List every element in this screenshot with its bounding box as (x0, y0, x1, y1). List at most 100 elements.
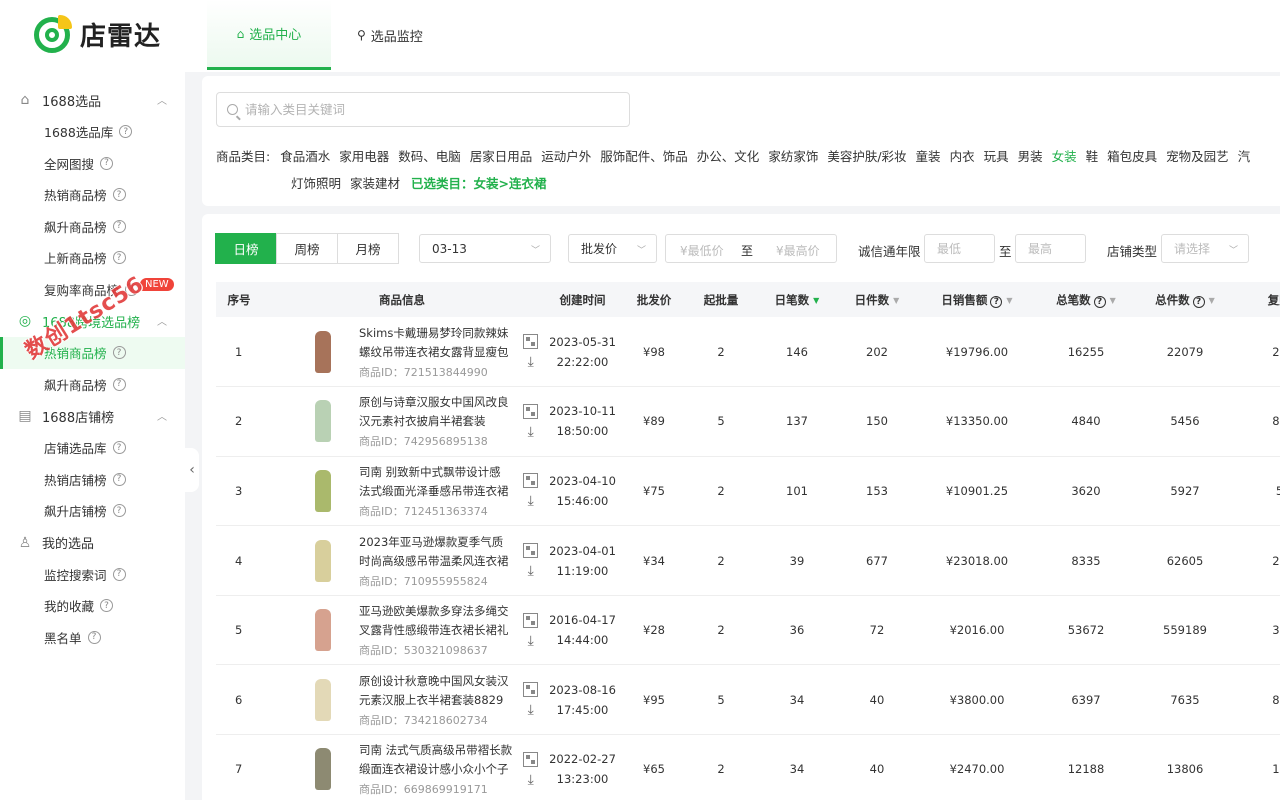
help-icon[interactable]: ? (112, 504, 126, 518)
product-thumbnail[interactable] (300, 538, 345, 583)
download-icon[interactable]: ⤓ (528, 425, 534, 439)
collapse-sidebar-button[interactable]: ‹ (185, 448, 199, 492)
col-daily-sales[interactable]: 日销售额? ▼ (917, 282, 1037, 317)
help-icon[interactable]: ? (112, 188, 126, 202)
category-link[interactable]: 居家日用品 (470, 149, 533, 164)
help-icon[interactable]: ? (112, 377, 126, 391)
sidebar-item-shop-library[interactable]: 店铺选品库? (0, 432, 185, 464)
table-row[interactable]: 4 2023年亚马逊爆款夏季气质时尚高级感吊带温柔风连衣裙裙子女法式商品ID：71… (216, 526, 1280, 596)
product-title[interactable]: 亚马逊欧美爆款多穿法多绳交叉露背性感缎带连衣裙长裙礼服 (359, 602, 514, 640)
help-icon[interactable]: ? (87, 630, 101, 644)
download-icon[interactable]: ⤓ (528, 494, 534, 508)
category-link[interactable]: 箱包皮具 (1107, 149, 1157, 164)
date-select[interactable]: 03-13 ﹀ (419, 234, 551, 263)
col-daily-pieces[interactable]: 日件数 ▼ (837, 282, 917, 317)
category-link[interactable]: 办公、文化 (697, 149, 760, 164)
product-thumbnail[interactable] (300, 329, 345, 374)
category-link[interactable]: 玩具 (984, 149, 1009, 164)
sidebar-item-rising-products[interactable]: 飙升商品榜? (0, 211, 185, 243)
tab-selection-center[interactable]: ⌂ 选品中心 (207, 0, 331, 70)
category-link[interactable]: 女装 (1052, 149, 1077, 164)
product-thumbnail[interactable] (300, 677, 345, 722)
tab-selection-monitor[interactable]: ⚲ 选品监控 (357, 0, 423, 70)
logo[interactable]: 店雷达 (34, 14, 161, 53)
help-icon[interactable]: ? (119, 125, 133, 139)
sidebar-item-hot-products[interactable]: 热销商品榜? (0, 179, 185, 211)
category-link[interactable]: 运动户外 (541, 149, 591, 164)
table-row[interactable]: 5 亚马逊欧美爆款多穿法多绳交叉露背性感缎带连衣裙长裙礼服商品ID：5303210… (216, 595, 1280, 665)
table-row[interactable]: 7 司南 法式气质高级吊带褶长款缎面连衣裙设计感小众小个子 SN1111 商品ID：… (216, 735, 1280, 800)
category-link[interactable]: 服饰配件、饰品 (600, 149, 688, 164)
help-icon[interactable]: ? (112, 472, 126, 486)
product-title[interactable]: 司南 别致新中式飘带设计感 法式缎面光泽垂感吊带连衣裙 SN3333 (359, 463, 514, 501)
col-total-pieces[interactable]: 总件数? ▼ (1135, 282, 1235, 317)
table-row[interactable]: 6 原创设计秋意晚中国风女装汉元素汉服上衣半裙套装8829 商品ID：7342186… (216, 665, 1280, 735)
help-icon[interactable]: ? (112, 346, 126, 360)
sidebar-item-image-search[interactable]: 全网图搜? (0, 148, 185, 180)
qrcode-icon[interactable] (523, 334, 539, 350)
tab-monthly[interactable]: 月榜 (337, 233, 399, 264)
cx-min-input[interactable]: 最低 (924, 234, 995, 263)
product-thumbnail[interactable] (300, 747, 345, 792)
download-icon[interactable]: ⤓ (528, 634, 534, 648)
price-type-select[interactable]: 批发价 ﹀ (568, 234, 657, 263)
nav-group-1688-selection[interactable]: ⌂ 1688选品 ︿ (0, 84, 185, 116)
category-search-input[interactable] (245, 102, 615, 117)
product-title[interactable]: 2023年亚马逊爆款夏季气质时尚高级感吊带温柔风连衣裙裙子女法式 (359, 533, 514, 571)
product-title[interactable]: 原创与诗章汉服女中国风改良汉元素衬衣披肩半裙套装8923 (359, 393, 514, 431)
nav-group-my-selection[interactable]: ♙ 我的选品 (0, 527, 185, 559)
qrcode-icon[interactable] (523, 403, 539, 419)
cx-max-input[interactable]: 最高 (1015, 234, 1086, 263)
tab-daily[interactable]: 日榜 (215, 233, 277, 264)
product-title[interactable]: 司南 法式气质高级吊带褶长款缎面连衣裙设计感小众小个子 SN1111 (359, 741, 514, 779)
qrcode-icon[interactable] (523, 543, 539, 559)
nav-group-shops[interactable]: ▤ 1688店铺榜 ︿ (0, 400, 185, 432)
category-link[interactable]: 宠物及园艺 (1166, 149, 1229, 164)
table-row[interactable]: 1 Skims卡戴珊易梦玲同款辣妹螺纹吊带连衣裙女露背显瘦包臀长裙子商品ID：72… (216, 317, 1280, 387)
tab-weekly[interactable]: 周榜 (276, 233, 338, 264)
help-icon[interactable]: ? (112, 441, 126, 455)
help-icon[interactable]: ? (100, 156, 114, 170)
qrcode-icon[interactable] (523, 612, 539, 628)
sidebar-item-1688-library[interactable]: 1688选品库? (0, 116, 185, 148)
help-icon[interactable]: ? (100, 599, 114, 613)
help-icon[interactable]: ? (990, 295, 1003, 308)
qrcode-icon[interactable] (523, 751, 539, 767)
category-link[interactable]: 灯饰照明 (291, 176, 341, 191)
col-total-orders[interactable]: 总笔数? ▼ (1037, 282, 1135, 317)
shop-type-select[interactable]: 请选择 ﹀ (1161, 234, 1249, 263)
sidebar-item-hot-shops[interactable]: 热销店铺榜? (0, 464, 185, 496)
category-link[interactable]: 家装建材 (350, 176, 400, 191)
min-price-input[interactable]: ¥最低价 (680, 242, 724, 259)
help-icon[interactable]: ? (112, 219, 126, 233)
category-link[interactable]: 美容护肤/彩妆 (827, 149, 906, 164)
download-icon[interactable]: ⤓ (528, 355, 534, 369)
product-title[interactable]: 原创设计秋意晚中国风女装汉元素汉服上衣半裙套装8829 (359, 672, 514, 710)
category-link[interactable]: 家纺家饰 (768, 149, 818, 164)
category-link[interactable]: 内衣 (950, 149, 975, 164)
max-price-input[interactable]: ¥最高价 (776, 242, 820, 259)
qrcode-icon[interactable] (523, 473, 539, 489)
download-icon[interactable]: ⤓ (528, 564, 534, 578)
product-thumbnail[interactable] (300, 468, 345, 513)
help-icon[interactable]: ? (1192, 295, 1205, 308)
sidebar-item-new-products[interactable]: 上新商品榜? (0, 242, 185, 274)
category-link[interactable]: 数码、电脑 (398, 149, 461, 164)
product-thumbnail[interactable] (300, 608, 345, 653)
sidebar-item-blacklist[interactable]: 黑名单? (0, 622, 185, 654)
download-icon[interactable]: ⤓ (528, 703, 534, 717)
category-link[interactable]: 汽 (1238, 149, 1251, 164)
col-daily-orders[interactable]: 日笔数 ▼ (757, 282, 837, 317)
help-icon[interactable]: ? (112, 567, 126, 581)
category-link[interactable]: 食品酒水 (280, 149, 330, 164)
product-title[interactable]: Skims卡戴珊易梦玲同款辣妹螺纹吊带连衣裙女露背显瘦包臀长裙子 (359, 324, 514, 362)
category-link[interactable]: 鞋 (1086, 149, 1099, 164)
sidebar-item-cross-rising[interactable]: 飙升商品榜? (0, 369, 185, 401)
sidebar-item-favorites[interactable]: 我的收藏? (0, 590, 185, 622)
table-row[interactable]: 2 原创与诗章汉服女中国风改良汉元素衬衣披肩半裙套装8923 商品ID：742956… (216, 387, 1280, 457)
table-row[interactable]: 3 司南 别致新中式飘带设计感 法式缎面光泽垂感吊带连衣裙 SN3333 商品ID：… (216, 456, 1280, 526)
help-icon[interactable]: ? (112, 251, 126, 265)
sidebar-item-rising-shops[interactable]: 飙升店铺榜? (0, 495, 185, 527)
category-link[interactable]: 童装 (916, 149, 941, 164)
product-thumbnail[interactable] (300, 399, 345, 444)
